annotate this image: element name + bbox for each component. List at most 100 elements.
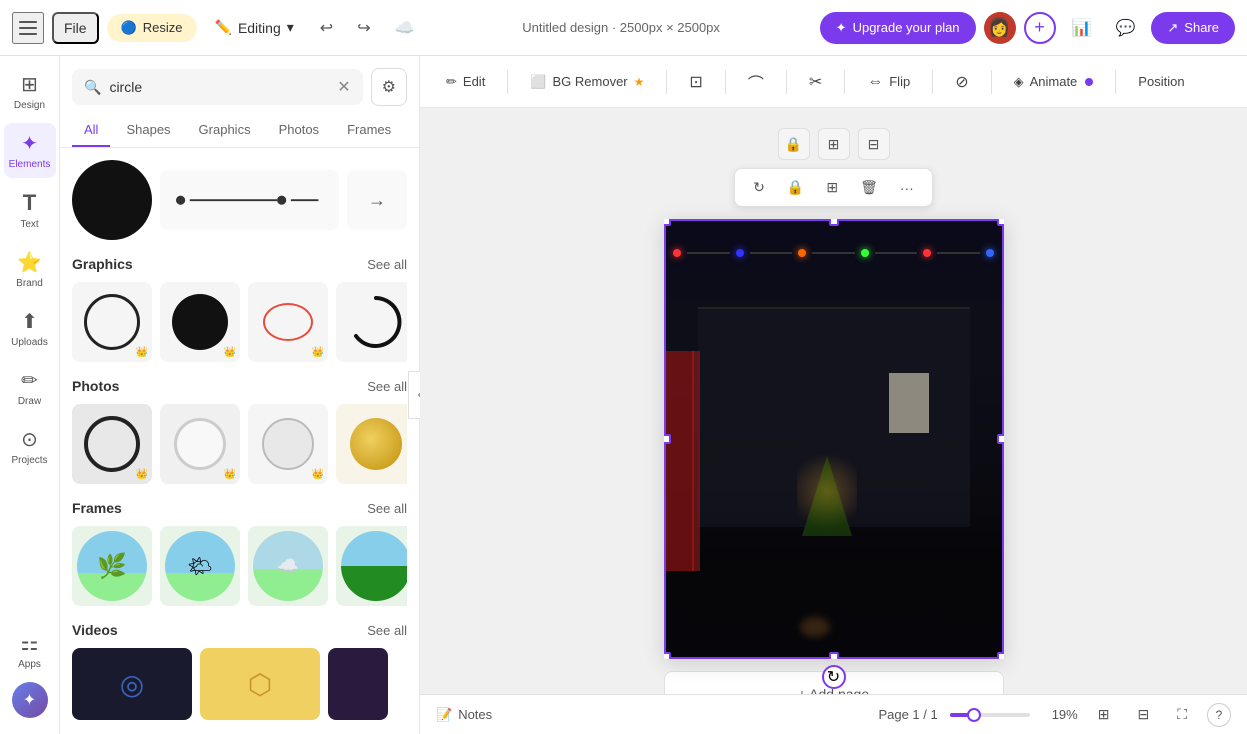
frame-item-4[interactable] (336, 526, 407, 606)
refresh-icon-button[interactable]: ↻ (745, 175, 773, 200)
photo-item-1[interactable]: 👑 (72, 404, 152, 484)
more-sel-button[interactable]: ··· (892, 176, 922, 200)
transparency-button[interactable]: ⊘ (945, 66, 978, 98)
corner-button[interactable]: ⌒ (738, 64, 774, 100)
zoom-thumb[interactable] (967, 708, 981, 722)
align-icon-button[interactable]: ⊟ (858, 128, 890, 160)
toolbar-separator-3 (725, 70, 726, 94)
copy-sel-button[interactable]: ⊞ (818, 175, 846, 200)
sidebar-item-text[interactable]: T Text (4, 182, 56, 238)
editing-button[interactable]: ✏️ Editing ▾ (205, 13, 304, 42)
frame-item-2[interactable]: 🌤 (160, 526, 240, 606)
tab-all[interactable]: All (72, 114, 110, 147)
upgrade-button[interactable]: ✦ Upgrade your plan (820, 12, 976, 44)
edit-toolbar: ✏ Edit ⬜ BG Remover ★ ⊡ ⌒ ✂ ⇔ (420, 56, 1247, 108)
magic-icon: ✦ (23, 690, 36, 710)
file-menu-button[interactable]: File (52, 12, 99, 44)
crown-badge-5: 👑 (224, 469, 236, 480)
sidebar-item-draw[interactable]: ✏ Draw (4, 360, 56, 415)
graphics-item-circle-outline[interactable]: 👑 (72, 282, 152, 362)
bg-remover-button[interactable]: ⬜ BG Remover ★ (520, 68, 654, 96)
toolbar-separator-1 (507, 70, 508, 94)
add-collaborator-button[interactable]: + (1024, 12, 1056, 44)
sidebar-item-brand[interactable]: ⭐ Brand (4, 242, 56, 297)
magic-button[interactable]: ✦ (12, 682, 48, 718)
lock-icon-button[interactable]: 🔒 (778, 128, 810, 160)
sidebar-item-design[interactable]: ⊞ Design (4, 64, 56, 119)
elements-panel-wrapper: 🔍 ✕ ⚙ All Shapes Graphics Photos Frames … (60, 56, 420, 734)
videos-grid: ◎ ⬡ (72, 648, 407, 720)
editing-label: Editing (238, 20, 281, 36)
avatar[interactable]: 👩 (984, 12, 1016, 44)
resize-button[interactable]: 🔵 Resize (107, 14, 197, 42)
columns-view-button[interactable]: ⊟ (1129, 702, 1157, 727)
graphics-item-circle-filled[interactable]: 👑 (160, 282, 240, 362)
crop-button[interactable]: ⊡ (679, 66, 712, 98)
edit-button[interactable]: ✏ Edit (436, 68, 495, 96)
featured-row: → (72, 160, 407, 240)
fullscreen-button[interactable]: ⛶ (1169, 702, 1195, 727)
photos-section-title: Photos (72, 378, 119, 394)
frame-item-1[interactable]: 🌿 (72, 526, 152, 606)
frame-item-3[interactable]: ☁️ (248, 526, 328, 606)
tab-photos[interactable]: Photos (267, 114, 331, 147)
sidebar-draw-label: Draw (18, 396, 41, 407)
scissors-button[interactable]: ✂ (799, 66, 832, 98)
circle-outline-shape (84, 294, 140, 350)
copy-icon-button[interactable]: ⊞ (818, 128, 850, 160)
videos-see-all-button[interactable]: See all (367, 623, 407, 638)
tab-shapes[interactable]: Shapes (114, 114, 182, 147)
sidebar-item-elements[interactable]: ✦ Elements (4, 123, 56, 178)
line-item[interactable] (160, 170, 339, 230)
canvas-inner (664, 219, 1004, 659)
panel-content: → Graphics See all 👑 👑 (60, 148, 419, 734)
photo-item-4[interactable] (336, 404, 407, 484)
selection-toolbar: ↻ 🔒 ⊞ 🗑 ··· (734, 168, 933, 207)
photo-circle-white (174, 418, 226, 470)
status-bar: 📝 Notes Page 1 / 1 19% ⊞ ⊟ ⛶ ? (420, 694, 1247, 734)
video-item-3[interactable] (328, 648, 388, 720)
animate-button[interactable]: ◈ Animate (1004, 68, 1104, 96)
grid-view-button[interactable]: ⊞ (1090, 702, 1118, 727)
photos-see-all-button[interactable]: See all (367, 379, 407, 394)
video-item-2[interactable]: ⬡ (200, 648, 320, 720)
canvas-image[interactable] (664, 219, 1004, 659)
filter-button[interactable]: ⚙ (371, 68, 407, 106)
share-button[interactable]: ↗ Share (1151, 12, 1235, 44)
sidebar-item-apps[interactable]: ⚏ Apps (4, 623, 56, 678)
menu-icon-button[interactable] (12, 12, 44, 44)
tab-graphics[interactable]: Graphics (187, 114, 263, 147)
graphics-item-circle-partial[interactable] (336, 282, 407, 362)
analytics-button[interactable]: 📊 (1064, 12, 1100, 44)
tab-more[interactable]: A (407, 114, 420, 147)
cloud-save-button[interactable]: ☁️ (387, 12, 423, 44)
arrow-item[interactable]: → (347, 170, 407, 230)
comment-button[interactable]: 💬 (1107, 12, 1143, 44)
help-button[interactable]: ? (1207, 703, 1231, 727)
undo-button[interactable]: ↩ (312, 12, 341, 44)
photo-item-2[interactable]: 👑 (160, 404, 240, 484)
flip-button[interactable]: ⇔ Flip (857, 67, 920, 97)
zoom-slider[interactable] (950, 713, 1030, 717)
delete-sel-button[interactable]: 🗑 (852, 175, 886, 200)
upgrade-label: Upgrade your plan (853, 20, 960, 35)
sidebar-apps-label: Apps (18, 659, 41, 670)
search-clear-button[interactable]: ✕ (337, 77, 350, 97)
graphics-item-circle-red[interactable]: 👑 (248, 282, 328, 362)
video-item-1[interactable]: ◎ (72, 648, 192, 720)
frames-section-title: Frames (72, 500, 122, 516)
rotate-handle[interactable]: ↻ (822, 665, 846, 689)
photo-item-3[interactable]: 👑 (248, 404, 328, 484)
sidebar-item-projects[interactable]: ⊙ Projects (4, 419, 56, 474)
tab-frames[interactable]: Frames (335, 114, 403, 147)
position-button[interactable]: Position (1128, 68, 1194, 95)
lock-sel-button[interactable]: 🔒 (779, 175, 812, 200)
share-icon: ↗ (1167, 20, 1178, 36)
frames-see-all-button[interactable]: See all (367, 501, 407, 516)
sidebar-item-uploads[interactable]: ⬆ Uploads (4, 301, 56, 356)
redo-button[interactable]: ↪ (349, 12, 378, 44)
featured-circle-item[interactable] (72, 160, 152, 240)
notes-button[interactable]: 📝 Notes (436, 707, 492, 723)
graphics-see-all-button[interactable]: See all (367, 257, 407, 272)
search-input[interactable] (109, 79, 329, 95)
